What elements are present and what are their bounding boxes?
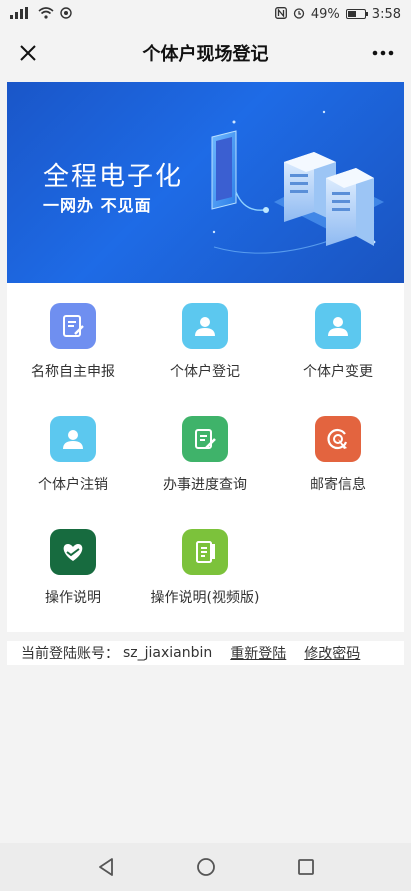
status-left xyxy=(10,6,72,22)
home-button[interactable] xyxy=(191,852,221,882)
tile-label: 操作说明 xyxy=(45,590,101,606)
tile-registration[interactable]: 个体户登记 xyxy=(139,283,271,383)
server-illustration xyxy=(211,110,384,254)
tile-label: 个体户变更 xyxy=(303,364,373,380)
tile-cancellation[interactable]: 个体户注销 xyxy=(7,396,139,496)
status-right: 49% 3:58 xyxy=(274,6,401,22)
user-icon xyxy=(182,303,228,349)
banner-subtitle: 一网办 不见面 xyxy=(43,196,152,215)
location-icon xyxy=(60,6,72,22)
recents-button[interactable] xyxy=(291,852,321,882)
edit-doc-icon xyxy=(182,416,228,462)
page-title: 个体户现场登记 xyxy=(142,44,269,65)
signal-icon xyxy=(10,6,32,22)
alarm-icon xyxy=(293,7,305,22)
tile-label: 个体户注销 xyxy=(38,477,108,493)
user-icon xyxy=(315,303,361,349)
more-button[interactable] xyxy=(365,35,401,71)
system-nav-bar xyxy=(0,843,411,891)
relogin-link[interactable]: 重新登陆 xyxy=(230,643,286,663)
user-icon xyxy=(50,416,96,462)
change-password-link[interactable]: 修改密码 xyxy=(304,643,360,663)
tile-label: 邮寄信息 xyxy=(310,477,366,493)
tile-name-declaration[interactable]: 名称自主申报 xyxy=(7,283,139,383)
heart-hands-icon xyxy=(50,529,96,575)
tile-mail-info[interactable]: 邮寄信息 xyxy=(272,396,404,496)
tile-progress-query[interactable]: 办事进度查询 xyxy=(139,396,271,496)
tile-label: 办事进度查询 xyxy=(163,477,247,493)
home-circle-icon xyxy=(196,858,215,876)
back-triangle-icon xyxy=(98,858,113,876)
back-button[interactable] xyxy=(91,852,121,882)
account-username: sz_jiaxianbin xyxy=(123,645,213,661)
tile-instructions[interactable]: 操作说明 xyxy=(7,509,139,609)
account-bar: 当前登陆账号： sz_jiaxianbin 重新登陆 修改密码 xyxy=(7,641,404,665)
status-bar: 49% 3:58 xyxy=(0,0,411,28)
feature-grid: 名称自主申报 个体户登记 个体户变更 个体户注销 办事进度查询 邮寄信息 操作说… xyxy=(7,283,404,632)
wifi-icon xyxy=(38,6,54,22)
close-icon xyxy=(20,45,36,61)
status-time: 3:58 xyxy=(371,6,401,22)
form-edit-icon xyxy=(50,303,96,349)
more-icon xyxy=(372,50,394,56)
battery-percent: 49% xyxy=(310,6,340,22)
battery-icon xyxy=(345,9,368,19)
tile-label: 个体户登记 xyxy=(170,364,240,380)
title-bar: 个体户现场登记 xyxy=(0,28,411,78)
cursor-click-icon xyxy=(315,416,361,462)
banner-title: 全程电子化 xyxy=(43,162,184,192)
document-icon xyxy=(182,529,228,575)
nfc-icon xyxy=(274,6,287,22)
close-button[interactable] xyxy=(10,35,46,71)
promo-banner: 全程电子化 一网办 不见面 xyxy=(7,82,404,283)
tile-change[interactable]: 个体户变更 xyxy=(272,283,404,383)
tile-label: 操作说明(视频版) xyxy=(150,590,260,606)
recents-square-icon xyxy=(297,859,314,875)
tile-video-instructions[interactable]: 操作说明(视频版) xyxy=(139,509,271,609)
tile-label: 名称自主申报 xyxy=(31,364,115,380)
account-label: 当前登陆账号： xyxy=(21,646,119,662)
